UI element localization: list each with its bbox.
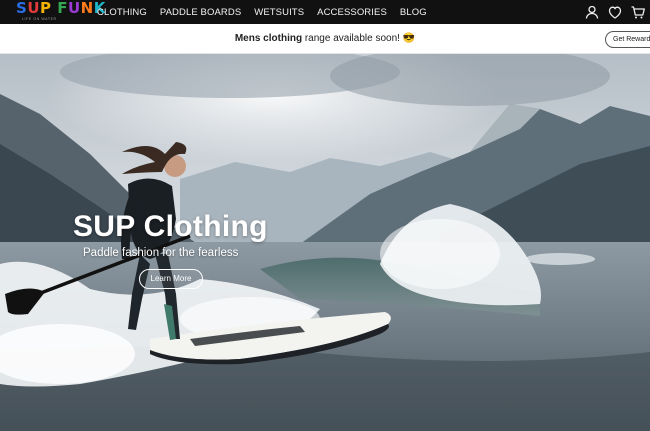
announcement-message: Mens clothing range available soon! 😎 — [0, 24, 650, 54]
nav-item-accessories[interactable]: ACCESSORIES — [317, 7, 387, 18]
logo-letter: U — [27, 0, 40, 17]
nav-item-blog[interactable]: BLOG — [400, 7, 427, 18]
nav-item-wetsuits[interactable]: WETSUITS — [254, 7, 304, 18]
logo-letter: P — [40, 0, 52, 17]
announcement-bar: Mens clothing range available soon! 😎 Ge… — [0, 24, 650, 54]
logo-tagline: LIFE ON WATER — [22, 17, 57, 21]
sup-funk-logo[interactable]: SUP FUNK LIFE ON WATER — [16, 0, 105, 24]
logo-letter: N — [80, 0, 94, 17]
learn-more-button[interactable]: Learn More — [139, 269, 203, 289]
top-navigation-bar: SUP FUNK LIFE ON WATER CLOTHING PADDLE B… — [0, 0, 650, 24]
announcement-highlight: Mens clothing — [234, 33, 303, 44]
cart-icon[interactable] — [629, 3, 647, 21]
main-menu: CLOTHING PADDLE BOARDS WETSUITS ACCESSOR… — [97, 0, 440, 24]
logo-letter: F — [57, 0, 68, 17]
announcement-text: range available soon! 😎 — [302, 33, 416, 44]
account-icon[interactable] — [583, 3, 601, 21]
logo-wordmark: SUP FUNK — [16, 0, 106, 17]
logo-letter: S — [16, 0, 28, 17]
nav-item-paddle-boards[interactable]: PADDLE BOARDS — [160, 7, 241, 18]
nav-item-clothing[interactable]: CLOTHING — [97, 7, 147, 18]
hero-subtitle: Paddle fashion for the fearless — [83, 247, 239, 259]
hero-title: SUP Clothing — [73, 210, 268, 243]
logo-letter: U — [67, 0, 81, 17]
get-rewards-button[interactable]: Get Rewards — [605, 31, 650, 48]
hero-banner: SUP Clothing Paddle fashion for the fear… — [0, 54, 650, 431]
wishlist-heart-icon[interactable] — [606, 3, 624, 21]
